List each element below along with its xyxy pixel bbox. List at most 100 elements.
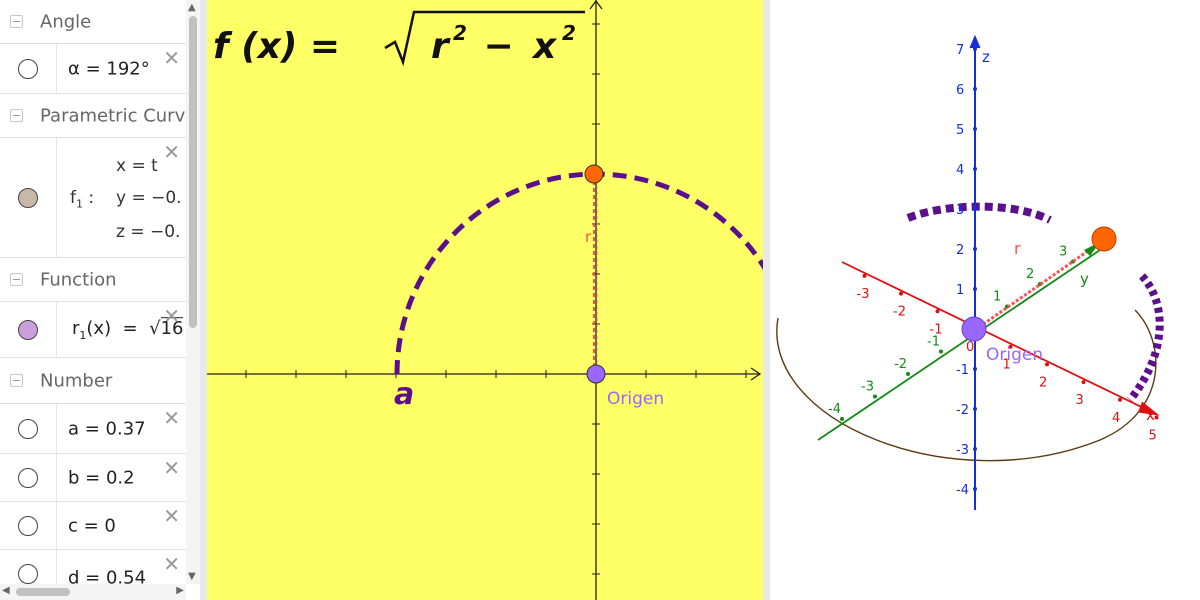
z-tick-dot [973,287,977,291]
delete-icon[interactable]: ✕ [163,306,180,326]
curve-name: f1 : [70,188,95,211]
scroll-left-icon[interactable]: ◀ [2,585,10,596]
group-header-angle[interactable]: Angle [0,0,186,44]
formula-x: x [531,26,558,67]
algebra-view: Angle α = 192° ✕ Parametric Curv f1 : x … [0,0,200,600]
z-tick-label: 5 [956,123,964,138]
delete-icon[interactable]: ✕ [163,142,180,162]
collapse-toggle-icon[interactable] [10,373,23,387]
x-tick-label: 4 [1112,411,1120,426]
delete-icon[interactable]: ✕ [163,554,180,574]
collapse-toggle-icon[interactable] [10,14,23,28]
z-axis-label: z [982,48,990,66]
algebra-item-angle[interactable]: α = 192° ✕ [0,44,186,94]
horizontal-scrollbar[interactable]: ◀ ▶ [0,584,186,600]
delete-icon[interactable]: ✕ [163,506,180,526]
group-header-function[interactable]: Function [0,258,186,302]
y-tick-dot [906,372,910,376]
formula-r: r [431,26,451,67]
group-title: Angle [40,11,92,32]
z-tick-dot [973,407,977,411]
formula-text[interactable]: f (x) = r 2 − x 2 [213,10,585,67]
visibility-toggle-icon[interactable] [18,563,38,584]
group-title: Function [40,269,117,290]
z-tick-label: -1 [956,363,969,378]
visibility-toggle-icon[interactable] [18,418,38,439]
y-tick-label: -4 [828,402,841,417]
y-tick-label: 3 [1059,245,1067,260]
group-header-number[interactable]: Number [0,358,186,404]
x-tick-label: 2 [1039,375,1047,390]
x-tick-dot [1118,397,1122,402]
vertical-scrollbar[interactable]: ▲ ▼ [186,0,200,584]
angle-expression[interactable]: α = 192° [68,58,150,79]
visibility-toggle-icon[interactable] [18,187,38,208]
visibility-toggle-icon[interactable] [18,319,38,340]
scroll-up-icon[interactable]: ▲ [188,2,196,13]
x-tick-dot [935,309,940,314]
group-header-parametric-curve[interactable]: Parametric Curv [0,94,186,138]
visibility-toggle-icon[interactable] [18,467,38,488]
collapse-toggle-icon[interactable] [10,108,23,122]
delete-icon[interactable]: ✕ [163,458,180,478]
y-axis [589,0,603,600]
scrollbar-thumb[interactable] [189,16,197,328]
number-expression[interactable]: c = 0 [68,515,116,536]
z-tick-dot [973,447,977,451]
collapse-toggle-icon[interactable] [10,272,23,286]
delete-icon[interactable]: ✕ [163,408,180,428]
x-tick-label: 3 [1076,393,1084,408]
group-title: Parametric Curv [40,105,186,126]
graphics-3d-view[interactable]: z 7 6 5 4 3 2 1 -1 -2 -3 -4 x -3 -2 -1 0 1 2 3 4 5 y -4 -3-… [770,0,1200,600]
visibility-toggle-icon[interactable] [18,58,38,79]
visibility-cell [0,550,57,584]
x-tick-dot [1081,380,1086,385]
scrollbar-thumb[interactable] [16,588,70,596]
z-tick-dot [973,127,977,131]
x-tick-dot [899,291,903,296]
visibility-cell [0,138,57,257]
curve-top-arc[interactable] [906,202,1052,224]
curve-x-component: x = t [116,156,158,176]
panel-divider[interactable] [200,0,207,600]
curve-right-arc[interactable] [1126,273,1164,403]
z-tick-label: 2 [956,243,964,258]
x-tick-label: 5 [1149,429,1157,444]
visibility-toggle-icon[interactable] [18,515,38,536]
scroll-right-icon[interactable]: ▶ [176,585,184,596]
number-expression[interactable]: d = 0.54 [68,568,146,585]
algebra-item-number[interactable]: a = 0.37 ✕ [0,404,186,454]
delete-icon[interactable]: ✕ [163,48,180,68]
z-tick-label: 7 [956,43,964,58]
z-tick-label: 6 [956,83,964,98]
graphics-2d-canvas[interactable]: r Origen a f (x) = r 2 − x 2 [207,0,763,600]
a-slider-label[interactable]: a [394,377,414,412]
graphics-2d-view[interactable]: r Origen a f (x) = r 2 − x 2 [207,0,763,600]
algebra-item-number[interactable]: c = 0 ✕ [0,502,186,550]
function-curve[interactable] [394,171,763,375]
x-tick-dot [1154,415,1159,420]
algebra-item-function[interactable]: r1(x) = √16 ✕ [0,302,186,358]
x-axis [207,367,762,381]
origin-point[interactable] [586,364,606,384]
z-axis: z 7 6 5 4 3 2 1 -1 -2 -3 -4 [956,34,990,510]
number-expression[interactable]: a = 0.37 [68,418,146,439]
formula-r-exp: 2 [453,21,467,45]
y-tick-label: -1 [927,335,940,350]
scroll-down-icon[interactable]: ▼ [188,571,196,582]
z-tick-dot [973,487,977,491]
algebra-item-parametric-curve[interactable]: f1 : x = t y = −0. z = −0. ✕ [0,138,186,258]
x-tick-label: -2 [893,305,906,320]
top-point[interactable] [584,164,604,184]
visibility-cell [0,454,57,501]
algebra-item-number[interactable]: d = 0.54 ✕ [0,550,186,584]
panel-divider[interactable] [763,0,770,600]
curve-z-component: z = −0. [116,222,181,242]
algebra-item-number[interactable]: b = 0.2 ✕ [0,454,186,502]
number-expression[interactable]: b = 0.2 [68,467,135,488]
graphics-3d-canvas[interactable]: z 7654321-1-2-3-4 x -3-2-1012345 y -4-3-… [770,0,1200,600]
endpoint-sphere[interactable] [1091,226,1117,252]
z-tick-label: 1 [956,283,964,298]
formula-x-exp: 2 [562,21,576,45]
origin-sphere[interactable] [961,316,987,342]
